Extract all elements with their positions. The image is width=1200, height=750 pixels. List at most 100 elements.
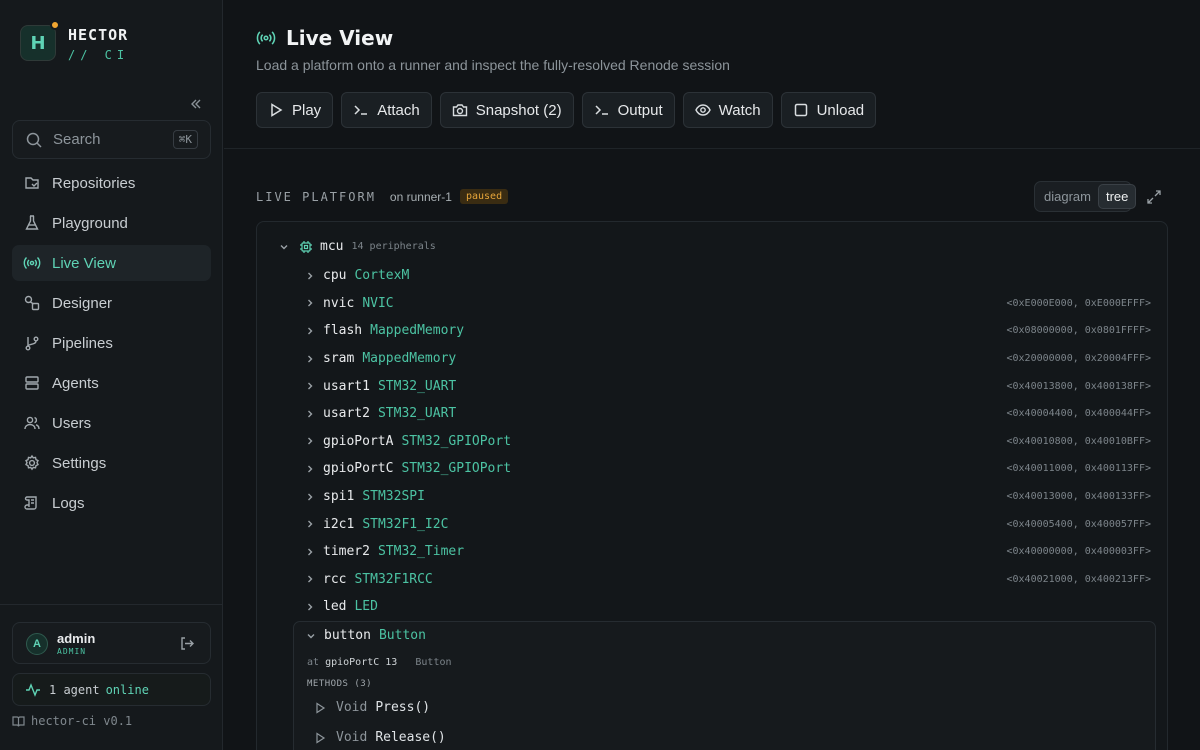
runner-label: on runner-1 bbox=[389, 189, 452, 204]
avatar[interactable]: A bbox=[26, 633, 48, 655]
output-button[interactable]: Output bbox=[581, 92, 675, 128]
section-title: LIVE PLATFORM bbox=[256, 189, 376, 204]
sidebar-item-repositories[interactable]: Repositories bbox=[12, 165, 211, 201]
chip-icon bbox=[299, 240, 313, 254]
search-placeholder: Search bbox=[53, 131, 101, 148]
address-range: <0x40011000, 0x400113FF> bbox=[1006, 463, 1152, 475]
tree-row-cpu[interactable]: cpu CortexM bbox=[303, 262, 1155, 290]
user-role: ADMIN bbox=[57, 647, 87, 656]
tree-row-timer2[interactable]: timer2 STM32_Timer <0x40000000, 0x400003FF… bbox=[303, 538, 1155, 566]
tree-root-mcu[interactable]: mcu 14 peripherals bbox=[277, 239, 436, 254]
attachment-info: at gpioPortC 13 Button bbox=[307, 657, 452, 668]
chevron-right-icon bbox=[303, 269, 317, 283]
tree-row-usart1[interactable]: usart1 STM32_UART <0x40013800, 0x400138FF> bbox=[303, 372, 1155, 400]
stop-icon bbox=[793, 102, 809, 118]
tree-row-led[interactable]: led LED bbox=[303, 593, 1155, 621]
repo-icon bbox=[23, 174, 41, 192]
attach-button[interactable]: Attach bbox=[341, 92, 432, 128]
version-text: hector-ci v0.1 bbox=[31, 714, 133, 728]
chevron-right-icon bbox=[303, 434, 317, 448]
sidebar-item-designer[interactable]: Designer bbox=[12, 285, 211, 321]
play-icon bbox=[314, 731, 326, 744]
terminal-icon bbox=[353, 102, 369, 118]
page-subtitle: Load a platform onto a runner and inspec… bbox=[256, 57, 730, 73]
expanded-peripheral-header[interactable]: button Button bbox=[304, 628, 426, 643]
sidebar-item-label: Users bbox=[52, 414, 92, 432]
method-row[interactable]: Void Release() bbox=[314, 730, 446, 745]
address-range: <0x20000000, 0x20004FFF> bbox=[1006, 353, 1152, 365]
gear-icon bbox=[23, 454, 41, 472]
tree-row-rcc[interactable]: rcc STM32F1RCC <0x40021000, 0x400213FF> bbox=[303, 566, 1155, 594]
agents-status[interactable]: 1 agent online bbox=[12, 673, 211, 706]
peripheral-type: STM32F1RCC bbox=[354, 571, 433, 587]
tree-row-usart2[interactable]: usart2 STM32_UART <0x40004400, 0x400044FF> bbox=[303, 400, 1155, 428]
peripheral-name: gpioPortA bbox=[323, 433, 394, 449]
user-card: A admin ADMIN bbox=[12, 622, 211, 664]
sidebar-item-label: Playground bbox=[52, 214, 128, 232]
chevrons-left-icon bbox=[191, 99, 201, 109]
peripheral-name: gpioPortC bbox=[323, 461, 394, 477]
logout-button[interactable] bbox=[178, 635, 195, 652]
address-range: <0x40013000, 0x400133FF> bbox=[1006, 491, 1152, 503]
peripheral-list: cpu CortexM nvic NVIC <0xE000E000, 0xE000EFF… bbox=[303, 262, 1155, 621]
server-icon bbox=[23, 374, 41, 392]
expand-button[interactable] bbox=[1146, 189, 1162, 205]
snapshot-button[interactable]: Snapshot (2) bbox=[439, 92, 574, 128]
sidebar-item-label: Agents bbox=[52, 374, 99, 392]
search-input[interactable]: Search ⌘K bbox=[12, 120, 211, 159]
tree-row-gpioPortA[interactable]: gpioPortA STM32_GPIOPort <0x40010800, 0x40… bbox=[303, 428, 1155, 456]
expanded-peripheral: button Button at gpioPortC 13 Button MET… bbox=[293, 621, 1156, 750]
chevron-right-icon bbox=[303, 517, 317, 531]
tree-row-i2c1[interactable]: i2c1 STM32F1_I2C <0x40005400, 0x400057FF> bbox=[303, 510, 1155, 538]
unload-button[interactable]: Unload bbox=[780, 92, 877, 128]
address-range: <0x40021000, 0x400213FF> bbox=[1006, 573, 1152, 585]
methods-label: METHODS (3) bbox=[307, 679, 373, 689]
tree-row-gpioPortC[interactable]: gpioPortC STM32_GPIOPort <0x40011000, 0x40… bbox=[303, 455, 1155, 483]
sidebar-item-agents[interactable]: Agents bbox=[12, 365, 211, 401]
watch-button[interactable]: Watch bbox=[682, 92, 773, 128]
peripheral-type: STM32_Timer bbox=[377, 544, 465, 560]
sidebar-item-label: Live View bbox=[52, 254, 116, 272]
status-badge: paused bbox=[459, 189, 509, 204]
peripheral-name: timer2 bbox=[323, 544, 370, 560]
sidebar-item-live-view[interactable]: Live View bbox=[12, 245, 211, 281]
play-label: Play bbox=[292, 101, 322, 119]
scroll-icon bbox=[23, 494, 41, 512]
collapse-sidebar-button[interactable] bbox=[188, 96, 204, 112]
output-label: Output bbox=[617, 101, 663, 119]
sidebar-item-pipelines[interactable]: Pipelines bbox=[12, 325, 211, 361]
chevron-right-icon bbox=[303, 407, 317, 421]
agents-online: online bbox=[105, 682, 149, 697]
chevron-down-icon bbox=[304, 629, 318, 643]
sidebar-divider bbox=[0, 604, 223, 605]
sidebar-item-logs[interactable]: Logs bbox=[12, 485, 211, 521]
tree-row-spi1[interactable]: spi1 STM32SPI <0x40013000, 0x400133FF> bbox=[303, 483, 1155, 511]
sidebar-item-users[interactable]: Users bbox=[12, 405, 211, 441]
tree-row-flash[interactable]: flash MappedMemory <0x08000000, 0x0801FFFF… bbox=[303, 317, 1155, 345]
tree-row-nvic[interactable]: nvic NVIC <0xE000E000, 0xE000EFFF> bbox=[303, 290, 1155, 318]
terminal-icon bbox=[594, 102, 610, 118]
method-row[interactable]: Void Press() bbox=[314, 700, 430, 715]
git-branch-icon bbox=[23, 334, 41, 352]
method-return-type: Void bbox=[336, 730, 368, 745]
tree-row-sram[interactable]: sram MappedMemory <0x20000000, 0x20004FFF> bbox=[303, 345, 1155, 373]
chevron-right-icon bbox=[303, 296, 317, 310]
peripheral-type: MappedMemory bbox=[362, 351, 457, 367]
chevron-right-icon bbox=[303, 600, 317, 614]
view-tree-option[interactable]: tree bbox=[1097, 184, 1137, 209]
peripheral-type: NVIC bbox=[362, 295, 394, 311]
play-button[interactable]: Play bbox=[256, 92, 334, 128]
peripheral-count: 14 peripherals bbox=[351, 241, 436, 252]
sidebar-item-label: Repositories bbox=[52, 174, 136, 192]
peripheral-type: CortexM bbox=[354, 268, 410, 284]
peripheral-name: i2c1 bbox=[323, 516, 355, 532]
logo[interactable]: H bbox=[20, 25, 56, 61]
main-content: Live View Load a platform onto a runner … bbox=[224, 0, 1200, 750]
agents-count: 1 agent bbox=[49, 682, 100, 697]
sidebar-item-playground[interactable]: Playground bbox=[12, 205, 211, 241]
camera-icon bbox=[452, 102, 468, 118]
sidebar-item-settings[interactable]: Settings bbox=[12, 445, 211, 481]
method-return-type: Void bbox=[336, 700, 368, 715]
peripheral-name: cpu bbox=[323, 268, 347, 284]
view-diagram-option[interactable]: diagram bbox=[1037, 184, 1098, 209]
